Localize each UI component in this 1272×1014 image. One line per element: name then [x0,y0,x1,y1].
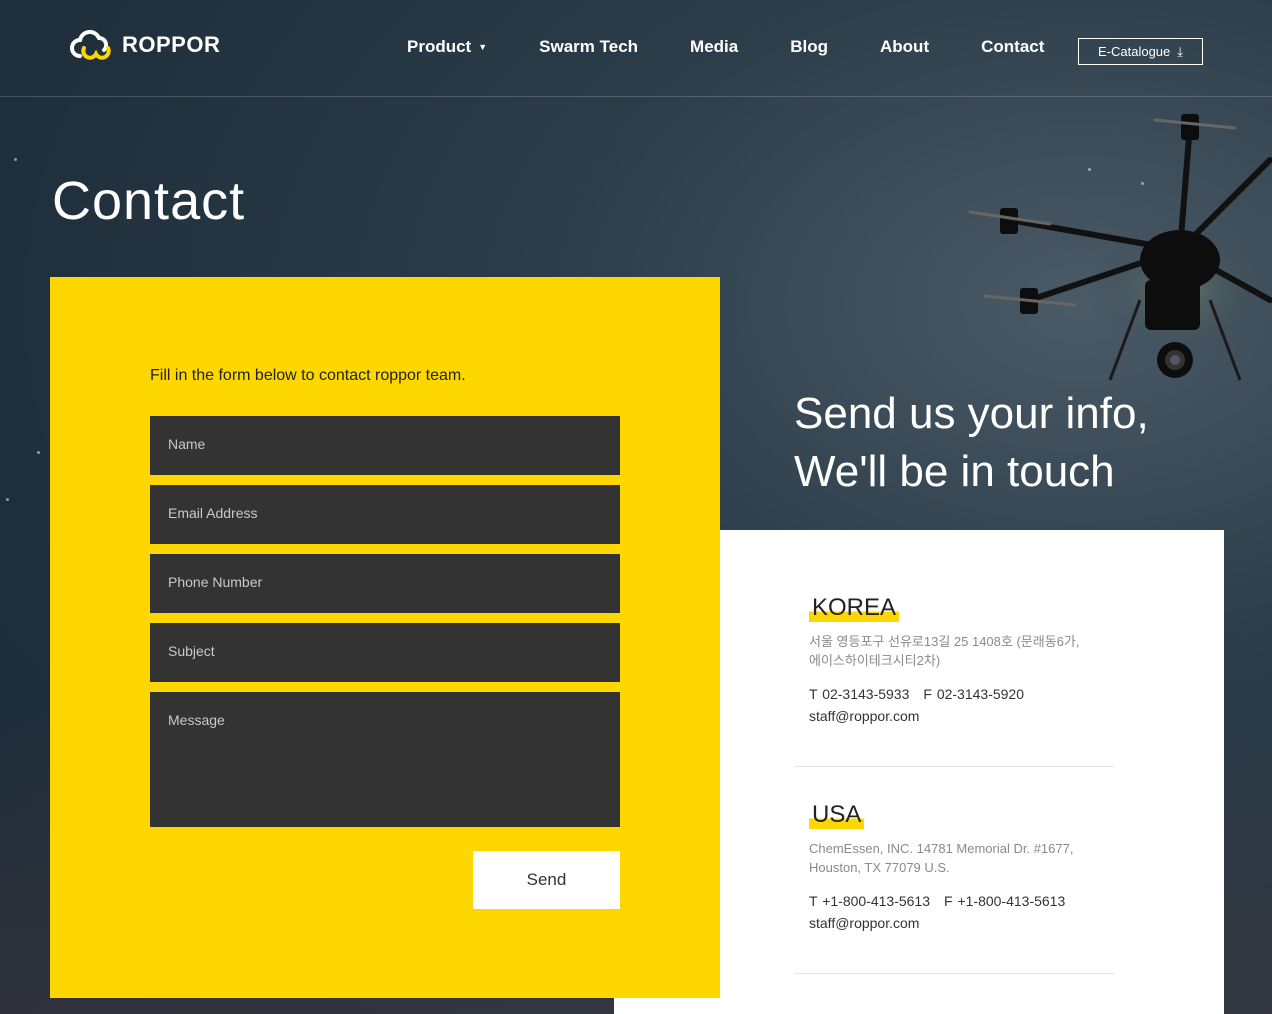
phone-placeholder: Phone Number [168,574,263,590]
name-input[interactable]: Name [150,416,620,475]
contact-form-panel: Fill in the form below to contact roppor… [50,277,720,998]
email-input[interactable]: Email Address [150,485,620,544]
subject-placeholder: Subject [168,643,215,659]
form-intro: Fill in the form below to contact roppor… [150,367,466,384]
email-placeholder: Email Address [168,505,258,521]
caret-down-icon: ▼ [478,42,488,52]
office-email[interactable]: staff@roppor.com [809,915,1114,931]
office-email[interactable]: staff@roppor.com [809,708,1114,724]
send-label: Send [526,870,567,889]
divider [794,766,1114,767]
office-korea: KOREA 서울 영등포구 선유로13길 25 1408호 (문래동6가, 에이… [809,594,1114,724]
nav-item-contact[interactable]: Contact [981,37,1044,57]
site-header: ROPPOR Product ▼ Swarm Tech Media Blog A… [0,0,1272,97]
nav-item-media[interactable]: Media [690,37,738,57]
office-phones: T +1-800-413-5613 F +1-800-413-5613 [809,893,1114,909]
background-star [14,158,17,161]
background-star [6,498,9,501]
tagline-line-2: We'll be in touch [794,447,1115,496]
main-nav: Product ▼ Swarm Tech Media Blog About Co… [407,37,1096,57]
address-line: ChemEssen, INC. 14781 Memorial Dr. #1677… [809,841,1074,856]
drone-image [968,114,1272,381]
nav-item-label: Swarm Tech [539,37,639,56]
nav-item-label: About [880,37,930,56]
nav-item-label: Blog [790,37,829,56]
download-icon: ⤓ [1177,43,1184,59]
address-line: 에이스하이테크시티2차) [809,653,941,668]
office-phone: T 02-3143-5933 [809,686,910,702]
office-phones: T 02-3143-5933 F 02-3143-5920 [809,686,1114,702]
office-phone: T +1-800-413-5613 [809,893,930,909]
tagline-line-1: Send us your info, [794,389,1149,438]
nav-item-blog[interactable]: Blog [790,37,828,57]
nav-item-label: Media [690,37,739,56]
office-name: KOREA [809,594,900,622]
send-button[interactable]: Send [473,851,620,909]
address-line: 서울 영등포구 선유로13길 25 1408호 (문래동6가, [809,634,1080,649]
background-star [37,451,40,454]
office-fax: F +1-800-413-5613 [944,893,1066,909]
subject-input[interactable]: Subject [150,623,620,682]
nav-item-about[interactable]: About [880,37,929,57]
cloud-logo-icon [70,29,111,60]
phone-input[interactable]: Phone Number [150,554,620,613]
office-fax: F 02-3143-5920 [923,686,1025,702]
office-name: USA [809,801,865,829]
message-textarea[interactable]: Message [150,692,620,827]
divider [794,973,1114,974]
page-title: Contact [52,171,246,231]
message-placeholder: Message [168,712,225,728]
info-panel-edge [614,998,720,1014]
logo[interactable]: ROPPOR [70,28,220,62]
nav-item-swarm-tech[interactable]: Swarm Tech [539,37,638,57]
nav-item-label: Product [407,37,472,56]
office-usa: USA ChemEssen, INC. 14781 Memorial Dr. #… [809,801,1114,931]
office-info-panel: KOREA 서울 영등포구 선유로13길 25 1408호 (문래동6가, 에이… [720,530,1224,1014]
office-address: ChemEssen, INC. 14781 Memorial Dr. #1677… [809,839,1114,877]
nav-item-product[interactable]: Product ▼ [407,37,487,57]
nav-item-label: Contact [981,37,1045,56]
name-placeholder: Name [168,436,206,452]
office-address: 서울 영등포구 선유로13길 25 1408호 (문래동6가, 에이스하이테크시… [809,632,1114,670]
tagline: Send us your info, We'll be in touch [794,385,1149,501]
e-catalogue-label: E-Catalogue [1097,44,1171,59]
e-catalogue-button[interactable]: E-Catalogue ⤓ [1078,38,1203,65]
address-line: Houston, TX 77079 U.S. [809,860,950,875]
brand-name: ROPPOR [122,32,221,57]
